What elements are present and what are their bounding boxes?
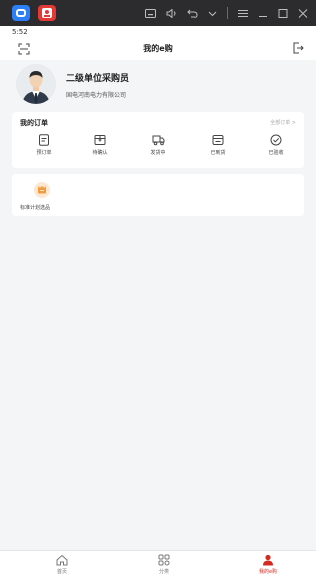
- emulator-toolbar: [145, 0, 308, 26]
- minimize-icon[interactable]: [258, 9, 268, 18]
- keyboard-icon[interactable]: [145, 8, 156, 18]
- order-status-label: 待确认: [92, 150, 108, 156]
- confirm-box-icon: [94, 135, 106, 145]
- main-content: 二级单位采购员 国电河南电力有限公司 我的订单 全部订单 > 预订单 待确认 发…: [0, 60, 316, 550]
- order-status-label: 已到货: [210, 150, 226, 156]
- order-status-delivered[interactable]: 已到货: [198, 134, 238, 156]
- bottom-tab-bar: 首页 分类 我的e购: [0, 550, 316, 579]
- app-header: 我的e购: [0, 38, 316, 60]
- truck-icon: [152, 135, 164, 146]
- category-icon: [158, 554, 170, 566]
- user-name: 二级单位采购员: [66, 74, 130, 84]
- emulator-app-icon[interactable]: [12, 5, 30, 21]
- logout-icon[interactable]: [292, 42, 304, 54]
- user-company: 国电河南电力有限公司: [66, 92, 127, 99]
- menu-icon[interactable]: [238, 9, 248, 18]
- tab-label: 分类: [158, 569, 169, 575]
- order-status-shipping[interactable]: 发货中: [138, 134, 178, 156]
- plan-select-icon: [38, 186, 46, 194]
- order-status-to-confirm[interactable]: 待确认: [80, 134, 120, 156]
- check-circle-icon: [270, 134, 282, 146]
- standard-plan-card: 标准计划选品: [12, 174, 304, 216]
- app-icon[interactable]: [38, 5, 56, 21]
- status-bar-time: 5:52: [0, 26, 316, 38]
- avatar[interactable]: [16, 64, 56, 104]
- order-status-pre-order[interactable]: 预订单: [24, 134, 64, 156]
- orders-title: 我的订单: [20, 119, 48, 127]
- volume-icon[interactable]: [166, 8, 177, 18]
- tab-my-egou[interactable]: 我的e购: [248, 554, 288, 575]
- chevron-down-icon[interactable]: [208, 9, 217, 18]
- delivered-icon: [212, 135, 224, 145]
- standard-plan-label: 标准计划选品: [20, 205, 51, 211]
- my-orders-card: 我的订单 全部订单 > 预订单 待确认 发货中 已到货 已验收: [12, 112, 304, 168]
- back-icon[interactable]: [187, 9, 198, 18]
- tab-home[interactable]: 首页: [42, 554, 82, 575]
- close-icon[interactable]: [298, 8, 308, 18]
- tab-label: 我的e购: [258, 569, 278, 575]
- emulator-title-bar: [0, 0, 316, 26]
- order-status-accepted[interactable]: 已验收: [256, 134, 296, 156]
- order-status-label: 预订单: [36, 150, 52, 156]
- standard-plan-button[interactable]: [34, 182, 50, 198]
- view-all-orders-link[interactable]: 全部订单 >: [270, 119, 296, 126]
- tab-category[interactable]: 分类: [144, 554, 184, 575]
- order-status-label: 已验收: [268, 150, 284, 156]
- maximize-icon[interactable]: [278, 8, 288, 18]
- page-title: 我的e购: [143, 44, 173, 53]
- profile-section[interactable]: 二级单位采购员 国电河南电力有限公司: [12, 64, 302, 110]
- toolbar-divider: [227, 7, 228, 19]
- home-icon: [56, 554, 68, 566]
- profile-icon: [263, 554, 273, 566]
- order-status-label: 发货中: [150, 150, 166, 156]
- tab-label: 首页: [56, 569, 67, 575]
- order-doc-icon: [39, 134, 49, 146]
